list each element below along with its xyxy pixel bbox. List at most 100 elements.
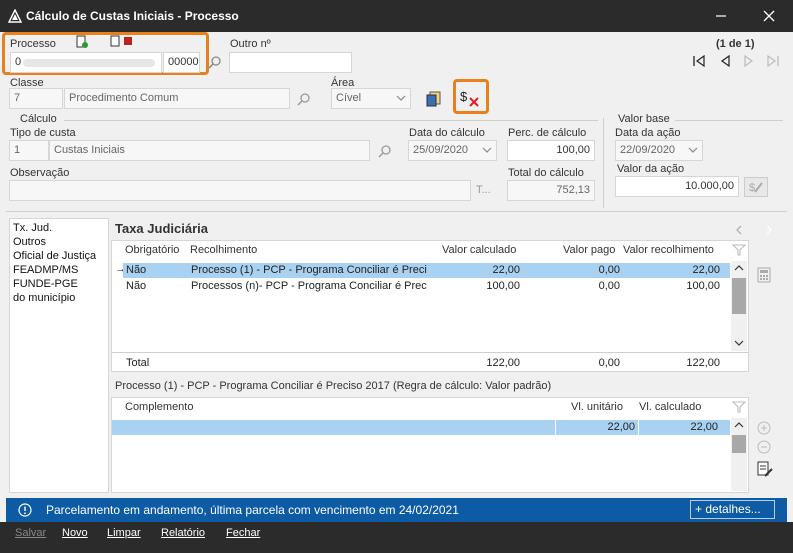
- classe-name-field[interactable]: Procedimento Comum: [64, 88, 290, 109]
- col-valor-calculado[interactable]: Valor calculado: [442, 244, 516, 256]
- cell-valor-calculado: 22,00: [492, 264, 520, 276]
- scroll-thumb[interactable]: [732, 278, 746, 314]
- tipo-label: Tipo de custa: [10, 127, 76, 139]
- col-recolhimento[interactable]: Recolhimento: [190, 244, 257, 256]
- data-calculo-field[interactable]: 25/09/2020: [408, 140, 497, 161]
- category-item[interactable]: Tx. Jud.: [10, 221, 108, 235]
- remove-icon[interactable]: [757, 440, 771, 454]
- scroll-down-icon[interactable]: [734, 339, 744, 347]
- first-record-icon[interactable]: [692, 54, 706, 68]
- category-list: Tx. Jud. Outros Oficial de Justiça FEADM…: [9, 218, 109, 493]
- details-button[interactable]: + detalhes...: [690, 500, 775, 519]
- data-acao-field[interactable]: 22/09/2020: [615, 140, 703, 161]
- processo-number-field[interactable]: 0: [10, 52, 162, 73]
- cell-recolhimento: Processos (n)- PCP - Programa Conciliar …: [191, 280, 427, 292]
- salvar-button[interactable]: Salvar: [15, 527, 46, 539]
- outro-label: Outro nº: [230, 38, 271, 50]
- filter-icon[interactable]: [732, 243, 746, 257]
- status-message: Parcelamento em andamento, última parcel…: [46, 503, 459, 517]
- col-valor-pago[interactable]: Valor pago: [563, 244, 615, 256]
- perc-field[interactable]: 100,00: [507, 140, 595, 161]
- data-calculo-label: Data do cálculo: [409, 127, 485, 139]
- perc-label: Perc. de cálculo: [508, 127, 587, 139]
- tipo-search-icon[interactable]: [378, 144, 392, 158]
- search-icon[interactable]: [208, 55, 222, 69]
- classe-code-field[interactable]: 7: [9, 88, 63, 109]
- total-valor-pago: 0,00: [598, 357, 620, 369]
- add-icon[interactable]: [757, 421, 771, 435]
- processo-label: Processo: [10, 38, 56, 50]
- detail-grid: Complemento Vl. unitário Vl. calculado 2…: [111, 397, 749, 493]
- document-add-icon[interactable]: [75, 35, 89, 49]
- next-record-icon[interactable]: [742, 54, 756, 68]
- col-complemento[interactable]: Complemento: [125, 401, 193, 413]
- obs-label: Observação: [10, 167, 70, 179]
- processo-suffix-field[interactable]: 00000: [163, 52, 200, 73]
- redacted-number: [23, 59, 155, 67]
- cell-obrigatorio: Não: [126, 264, 147, 276]
- obs-text-button[interactable]: T...: [476, 184, 491, 196]
- cell-valor-recolhimento: 100,00: [686, 280, 720, 292]
- limpar-button[interactable]: Limpar: [107, 527, 141, 539]
- table-row[interactable]: Não Processo (1) - PCP - Programa Concil…: [123, 263, 730, 278]
- cell-valor-pago: 0,00: [598, 280, 620, 292]
- edit-value-icon[interactable]: $: [744, 177, 768, 197]
- area-select[interactable]: Cível: [331, 88, 411, 109]
- taxa-grid: Obrigatório Recolhimento Valor calculado…: [111, 240, 749, 372]
- detail-row[interactable]: 22,00 22,00: [112, 420, 730, 435]
- total-calculo-field: 752,13: [507, 180, 595, 201]
- detail-filter-icon[interactable]: [732, 400, 746, 414]
- calculator-icon[interactable]: [757, 267, 771, 283]
- svg-text:$: $: [460, 89, 468, 104]
- detail-caption: Processo (1) - PCP - Programa Conciliar …: [115, 380, 552, 392]
- edit-list-icon[interactable]: [757, 461, 773, 477]
- scroll-up-icon[interactable]: [734, 264, 744, 272]
- col-vl-calculado[interactable]: Vl. calculado: [639, 401, 701, 413]
- tab-next-icon[interactable]: [764, 225, 774, 235]
- tipo-code-field[interactable]: 1: [9, 140, 49, 161]
- category-item[interactable]: do município: [10, 291, 108, 305]
- relatorio-button[interactable]: Relatório: [161, 527, 205, 539]
- classe-search-icon[interactable]: [297, 92, 311, 106]
- cell-valor-calculado: 100,00: [486, 280, 520, 292]
- category-item[interactable]: Oficial de Justiça: [10, 249, 108, 263]
- previous-record-icon[interactable]: [718, 54, 732, 68]
- valor-base-label: Valor base: [618, 113, 670, 125]
- svg-text:$: $: [749, 182, 755, 194]
- col-valor-recolhimento[interactable]: Valor recolhimento: [623, 244, 714, 256]
- valor-acao-field[interactable]: 10.000,00: [615, 176, 739, 197]
- scroll-up-icon[interactable]: [734, 421, 744, 429]
- valor-base-line: [675, 120, 783, 121]
- scroll-thumb[interactable]: [732, 435, 746, 453]
- title-bar: Cálculo de Custas Iniciais - Processo: [0, 0, 793, 32]
- tab-prev-icon[interactable]: [734, 225, 744, 235]
- category-item[interactable]: Outros: [10, 235, 108, 249]
- tipo-name-field[interactable]: Custas Iniciais: [49, 140, 370, 161]
- detail-scrollbar[interactable]: [731, 418, 747, 491]
- valor-acao-label: Valor da ação: [617, 163, 685, 175]
- calculo-group-label: Cálculo: [20, 113, 57, 125]
- category-item[interactable]: FEADMP/MS: [10, 263, 108, 277]
- novo-button[interactable]: Novo: [62, 527, 88, 539]
- notes-icon[interactable]: [110, 35, 134, 49]
- table-row[interactable]: Não Processos (n)- PCP - Programa Concil…: [123, 279, 730, 294]
- cell-valor-pago: 0,00: [598, 264, 620, 276]
- calculator-doc-icon[interactable]: [426, 91, 442, 107]
- section-divider: [6, 211, 787, 212]
- outro-field[interactable]: [229, 52, 352, 73]
- last-record-icon[interactable]: [766, 54, 780, 68]
- col-obrigatorio[interactable]: Obrigatório: [125, 244, 179, 256]
- dollar-cancel-icon[interactable]: $: [459, 87, 481, 109]
- chevron-down-icon: [688, 147, 698, 153]
- calculo-group-line: [64, 120, 598, 121]
- close-icon[interactable]: [754, 4, 784, 28]
- obs-field[interactable]: [9, 180, 471, 201]
- taxa-title: Taxa Judiciária: [115, 221, 208, 236]
- col-vl-unitario[interactable]: Vl. unitário: [571, 401, 623, 413]
- total-calculo-label: Total do cálculo: [508, 167, 584, 179]
- taxa-scrollbar[interactable]: [731, 261, 747, 351]
- footer-bar: Salvar Novo Limpar Relatório Fechar: [0, 522, 793, 553]
- minimize-icon[interactable]: [708, 4, 734, 28]
- category-item[interactable]: FUNDE-PGE: [10, 277, 108, 291]
- fechar-button[interactable]: Fechar: [226, 527, 260, 539]
